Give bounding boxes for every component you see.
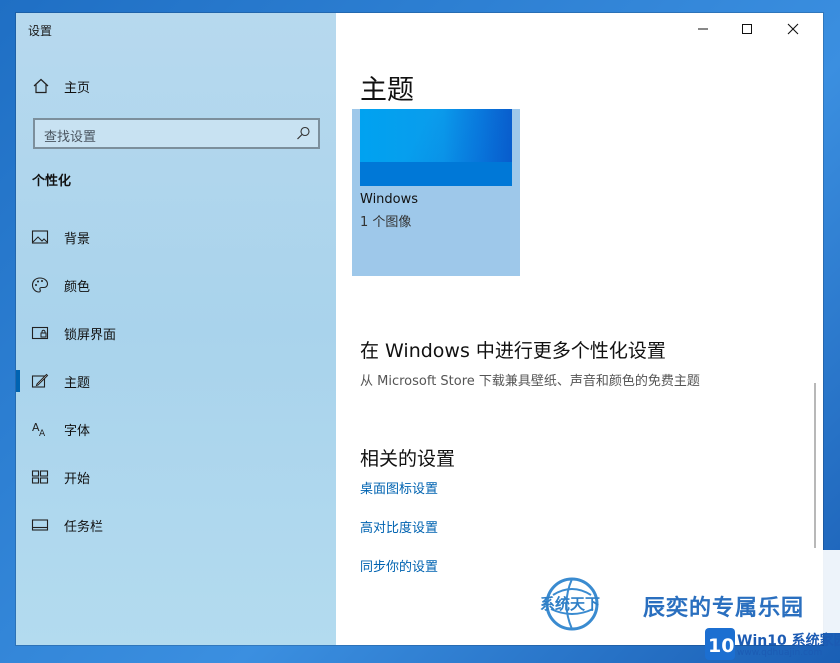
- watermark: 系统天下 辰奕的专属乐园 10 Win10 系统家园 www.qdhuajin.…: [535, 550, 840, 663]
- app-title: 设置: [28, 24, 53, 38]
- sidebar-item-label: 背景: [64, 232, 91, 247]
- svg-text:10: 10: [708, 635, 734, 657]
- page-title: 主题: [360, 75, 414, 106]
- sidebar-item-label: 颜色: [64, 280, 91, 295]
- win10-logo-url: www.qdhuajin.com: [737, 648, 823, 658]
- sidebar-item-colors[interactable]: 颜色: [16, 265, 336, 305]
- search-input[interactable]: 查找设置: [33, 118, 320, 149]
- sidebar-home-label: 主页: [64, 81, 91, 96]
- sidebar: 设置 主页 查找设置 个性化 背景 颜色 锁屏界面 主题 A A 字体 开始 任…: [16, 13, 336, 645]
- maximize-icon: [742, 24, 752, 34]
- theme-image-count: 1 个图像: [360, 215, 412, 230]
- win10-logo-title: Win10 系统家园: [737, 633, 840, 649]
- more-personalization-subtitle[interactable]: 从 Microsoft Store 下载兼具壁纸、声音和颜色的免费主题: [360, 370, 700, 389]
- search-icon[interactable]: [296, 126, 311, 141]
- palette-icon: [31, 276, 49, 294]
- watermark-brand-left: 系统天下: [540, 595, 601, 613]
- close-icon: [787, 23, 799, 35]
- theme-brush-icon: [31, 372, 49, 390]
- watermark-slogan: 辰奕的专属乐园: [643, 596, 805, 621]
- sidebar-item-label: 字体: [64, 424, 91, 439]
- sidebar-item-start[interactable]: 开始: [16, 457, 336, 497]
- sidebar-item-background[interactable]: 背景: [16, 217, 336, 257]
- win10-logo: 10 Win10 系统家园 www.qdhuajin.com: [705, 628, 840, 663]
- win10-mark-icon: 10: [705, 628, 735, 660]
- more-personalization-heading: 在 Windows 中进行更多个性化设置: [360, 340, 666, 362]
- theme-preview-glow: [360, 109, 512, 162]
- close-button[interactable]: [776, 19, 810, 39]
- selection-indicator: [16, 370, 20, 392]
- search-placeholder: 查找设置: [44, 130, 97, 145]
- font-icon: AA: [31, 420, 49, 438]
- scrollbar-thumb[interactable]: [814, 383, 816, 548]
- sidebar-item-label: 开始: [64, 472, 91, 487]
- theme-name: Windows: [360, 192, 419, 207]
- start-grid-icon: [31, 468, 49, 486]
- sidebar-item-themes[interactable]: 主题: [16, 361, 336, 401]
- sidebar-item-label: 任务栏: [64, 520, 104, 535]
- theme-preview: [360, 109, 512, 186]
- link-sync-settings[interactable]: 同步你的设置: [360, 556, 438, 575]
- link-high-contrast-settings[interactable]: 高对比度设置: [360, 517, 438, 536]
- taskbar-icon: [31, 516, 49, 534]
- home-icon: [32, 77, 50, 95]
- sidebar-item-fonts[interactable]: AA 字体: [16, 409, 336, 449]
- picture-icon: [31, 228, 49, 246]
- related-settings-heading: 相关的设置: [360, 448, 456, 470]
- theme-preview-taskbar: [360, 162, 512, 186]
- theme-card-windows[interactable]: Windows 1 个图像: [352, 109, 520, 276]
- svg-text:A: A: [39, 429, 46, 438]
- sidebar-item-label: 主题: [64, 376, 91, 391]
- section-title: 个性化: [32, 174, 72, 189]
- minimize-icon: [698, 28, 708, 30]
- minimize-button[interactable]: [686, 19, 720, 39]
- link-desktop-icon-settings[interactable]: 桌面图标设置: [360, 478, 438, 497]
- maximize-button[interactable]: [730, 19, 764, 39]
- sidebar-item-label: 锁屏界面: [64, 328, 117, 343]
- lock-screen-icon: [31, 324, 49, 342]
- sidebar-item-home[interactable]: 主页: [16, 71, 336, 101]
- sidebar-item-lock-screen[interactable]: 锁屏界面: [16, 313, 336, 353]
- sidebar-item-taskbar[interactable]: 任务栏: [16, 505, 336, 545]
